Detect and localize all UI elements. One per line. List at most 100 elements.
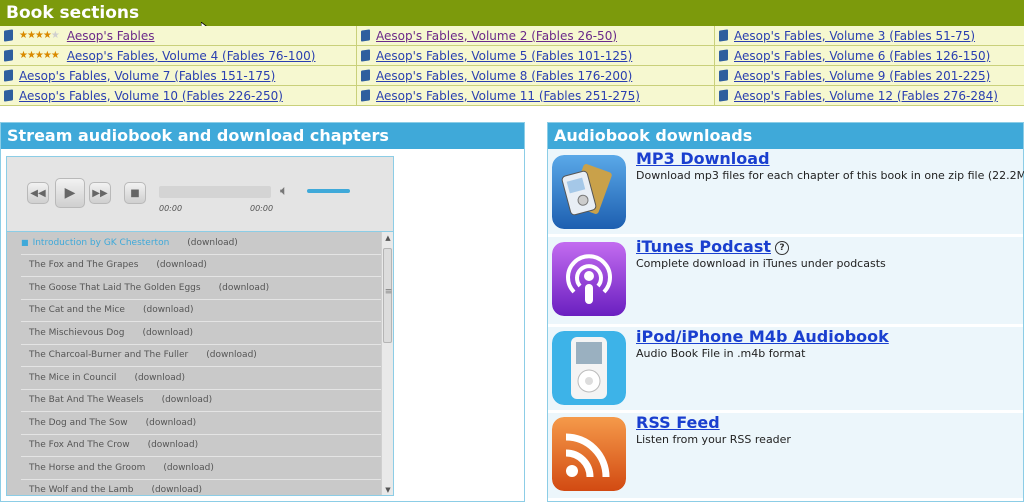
play-button[interactable]: ▶ [55, 178, 85, 208]
podcast-icon[interactable] [552, 242, 626, 316]
rss-feed-link[interactable]: RSS Feed [636, 413, 720, 432]
fast-forward-button[interactable]: ▶▶ [89, 182, 111, 204]
chapter-title[interactable]: The Goose That Laid The Golden Eggs [29, 283, 201, 293]
itunes-podcast-description: Complete download in iTunes under podcas… [636, 257, 886, 270]
chapter-row[interactable]: The Cat and the Mice (download) [21, 300, 381, 322]
rewind-button[interactable]: ◀◀ [27, 182, 49, 204]
chapter-row[interactable]: The Fox and The Grapes (download) [21, 255, 381, 277]
book-section-link[interactable]: Aesop's Fables [67, 29, 155, 43]
chapter-list: ■ Introduction by GK Chesterton (download)… [6, 232, 394, 496]
chapter-row[interactable]: The Fox And The Crow (download) [21, 435, 381, 457]
book-icon [361, 49, 370, 62]
chapter-download-link[interactable]: (download) [134, 373, 185, 383]
chapter-title[interactable]: The Mischievous Dog [29, 328, 124, 338]
stop-button[interactable]: ■ [124, 182, 146, 204]
stream-panel-title: Stream audiobook and download chapters [1, 123, 524, 149]
help-icon[interactable]: ? [775, 241, 789, 255]
scroll-down-icon[interactable]: ▼ [382, 484, 393, 495]
book-section-link[interactable]: Aesop's Fables, Volume 11 (Fables 251-27… [376, 89, 640, 103]
chapter-title[interactable]: The Fox And The Crow [29, 440, 130, 450]
m4b-audiobook-link[interactable]: iPod/iPhone M4b Audiobook [636, 327, 889, 346]
chapter-download-link[interactable]: (download) [146, 418, 197, 428]
book-section-link[interactable]: Aesop's Fables, Volume 4 (Fables 76-100) [67, 49, 316, 63]
book-section-link[interactable]: Aesop's Fables, Volume 10 (Fables 226-25… [19, 89, 283, 103]
chapter-title[interactable]: The Wolf and the Lamb [29, 485, 133, 495]
book-sections-grid: ★★★★★ Aesop's Fables Aesop's Fables, Volu… [0, 26, 1024, 106]
chapter-row[interactable]: The Horse and the Groom (download) [21, 457, 381, 480]
chapter-row[interactable]: The Goose That Laid The Golden Eggs (down… [21, 277, 381, 300]
book-section-item[interactable]: Aesop's Fables, Volume 5 (Fables 101-125… [357, 46, 715, 66]
book-section-item[interactable]: Aesop's Fables, Volume 10 (Fables 226-25… [0, 86, 357, 106]
book-section-item[interactable]: Aesop's Fables, Volume 3 (Fables 51-75) [715, 26, 1024, 46]
mp3-download-link[interactable]: MP3 Download [636, 149, 770, 168]
chapter-download-link[interactable]: (download) [162, 395, 213, 405]
chapter-row[interactable]: The Mice in Council (download) [21, 367, 381, 390]
chapter-download-link[interactable]: (download) [219, 283, 270, 293]
itunes-podcast-link[interactable]: iTunes Podcast? [636, 237, 789, 256]
chapter-title[interactable]: The Dog and The Sow [29, 418, 128, 428]
book-icon [361, 29, 370, 42]
audio-player: ◀◀ ▶ ▶▶ ■ 00:00 00:00 🔈︎ [6, 156, 394, 232]
book-section-link[interactable]: Aesop's Fables, Volume 9 (Fables 201-225… [734, 69, 990, 83]
chapter-title[interactable]: The Horse and the Groom [29, 463, 145, 473]
chapter-title[interactable]: The Bat And The Weasels [29, 395, 144, 405]
chapter-download-link[interactable]: (download) [187, 238, 238, 248]
book-section-link[interactable]: Aesop's Fables, Volume 12 (Fables 276-28… [734, 89, 998, 103]
book-section-item[interactable]: Aesop's Fables, Volume 2 (Fables 26-50) [357, 26, 715, 46]
book-section-link[interactable]: Aesop's Fables, Volume 6 (Fables 126-150… [734, 49, 990, 63]
scrollbar-thumb[interactable] [383, 248, 393, 343]
bullet-icon: ■ [21, 238, 29, 248]
book-section-link[interactable]: Aesop's Fables, Volume 8 (Fables 176-200… [376, 69, 632, 83]
chapter-title[interactable]: The Mice in Council [29, 373, 116, 383]
ipod-icon[interactable] [552, 331, 626, 405]
book-section-item[interactable]: Aesop's Fables, Volume 8 (Fables 176-200… [357, 66, 715, 86]
progress-bar[interactable] [159, 186, 271, 198]
chapter-download-link[interactable]: (download) [142, 328, 193, 338]
book-icon [4, 49, 13, 62]
chapter-row[interactable]: The Charcoal-Burner and The Fuller (downl… [21, 345, 381, 367]
book-icon [4, 89, 13, 102]
chapter-row[interactable]: The Mischievous Dog (download) [21, 322, 381, 345]
chapter-title[interactable]: The Cat and the Mice [29, 305, 125, 315]
book-section-item[interactable]: Aesop's Fables, Volume 12 (Fables 276-28… [715, 86, 1024, 106]
book-section-link[interactable]: Aesop's Fables, Volume 3 (Fables 51-75) [734, 29, 975, 43]
volume-icon[interactable]: 🔈︎ [280, 183, 288, 199]
book-section-link[interactable]: Aesop's Fables, Volume 2 (Fables 26-50) [376, 29, 617, 43]
chapter-download-link[interactable]: (download) [148, 440, 199, 450]
book-section-item[interactable]: Aesop's Fables, Volume 6 (Fables 126-150… [715, 46, 1024, 66]
book-icon [719, 29, 728, 42]
book-icon [361, 69, 370, 82]
volume-slider[interactable] [307, 189, 350, 193]
book-section-item[interactable]: Aesop's Fables, Volume 9 (Fables 201-225… [715, 66, 1024, 86]
chapter-row[interactable]: ■ Introduction by GK Chesterton (download) [21, 232, 381, 255]
book-section-item[interactable]: Aesop's Fables, Volume 7 (Fables 151-175… [0, 66, 357, 86]
downloads-panel-title: Audiobook downloads [548, 123, 1023, 149]
chapter-download-link[interactable]: (download) [151, 485, 202, 495]
book-sections-heading: Book sections [0, 0, 1024, 26]
chapter-row[interactable]: The Bat And The Weasels (download) [21, 390, 381, 412]
scroll-up-icon[interactable]: ▲ [382, 232, 393, 244]
chapter-title[interactable]: Introduction by GK Chesterton [33, 238, 170, 248]
chapter-download-link[interactable]: (download) [156, 260, 207, 270]
zip-archive-icon[interactable] [552, 155, 626, 229]
stop-icon: ■ [130, 187, 140, 199]
chapter-title[interactable]: The Fox and The Grapes [29, 260, 138, 270]
book-section-link[interactable]: Aesop's Fables, Volume 7 (Fables 151-175… [19, 69, 275, 83]
star-rating: ★★★★★ [19, 50, 60, 61]
stream-panel: Stream audiobook and download chapters ◀… [0, 122, 525, 502]
download-item-mp3: MP3 Download Download mp3 files for each… [548, 149, 1024, 235]
chapter-title[interactable]: The Charcoal-Burner and The Fuller [29, 350, 188, 360]
book-section-link[interactable]: Aesop's Fables, Volume 5 (Fables 101-125… [376, 49, 632, 63]
downloads-panel: Audiobook downloads MP3 Download Downloa… [547, 122, 1024, 502]
chapter-download-link[interactable]: (download) [163, 463, 214, 473]
book-icon [719, 89, 728, 102]
book-section-item[interactable]: Aesop's Fables, Volume 11 (Fables 251-27… [357, 86, 715, 106]
book-section-item[interactable]: ★★★★★ Aesop's Fables [0, 26, 357, 46]
rss-feed-icon[interactable] [552, 417, 626, 491]
chapter-row[interactable]: The Dog and The Sow (download) [21, 412, 381, 435]
chapter-row[interactable]: The Wolf and the Lamb (download) [21, 480, 381, 495]
chapter-download-link[interactable]: (download) [143, 305, 194, 315]
chapter-download-link[interactable]: (download) [206, 350, 257, 360]
chapter-list-scrollbar[interactable]: ▲ ▼ [381, 232, 393, 495]
book-section-item[interactable]: ★★★★★ Aesop's Fables, Volume 4 (Fables 76… [0, 46, 357, 66]
